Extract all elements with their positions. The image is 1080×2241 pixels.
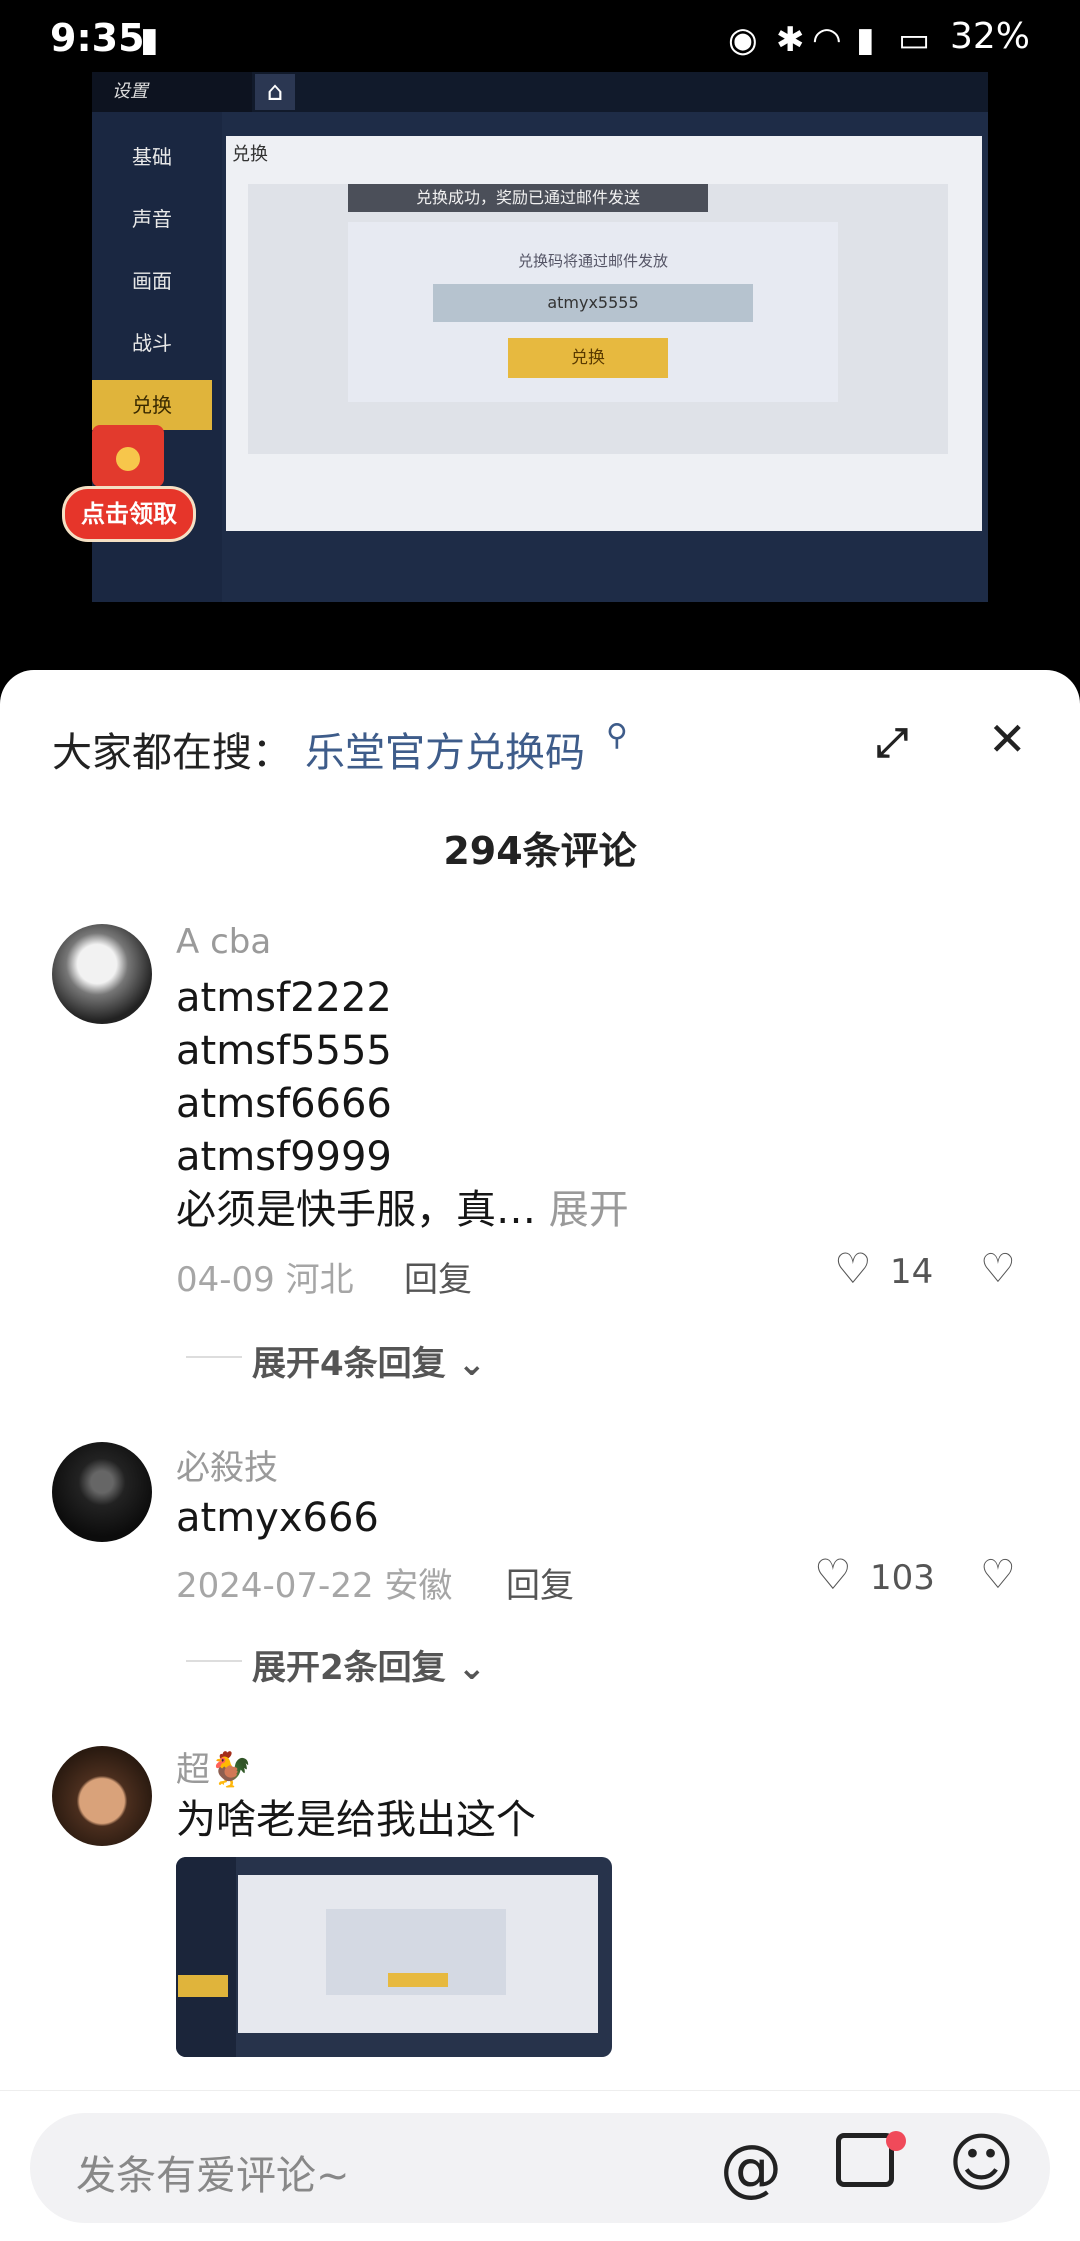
comment-username[interactable]: A cba (176, 922, 271, 962)
redeem-box: 兑换码将通过邮件发放 atmyx5555 兑换 (348, 222, 838, 402)
redeem-button: 兑换 (508, 338, 668, 378)
divider-line (186, 1660, 242, 1662)
comment-count-title: 294条评论 (443, 829, 637, 873)
notification-dot (886, 2131, 906, 2151)
bluetooth-icon: ✱ (776, 20, 805, 60)
comment-line: 必须是快手服，真… (176, 1187, 536, 1233)
game-logo: 设置 (92, 72, 252, 112)
home-icon: ⌂ (255, 74, 295, 110)
comment-line-truncated: 必须是快手服，真… 展开 (176, 1184, 629, 1237)
expand-replies-label: 展开2条回复 (252, 1648, 446, 1688)
wifi-icon: ◠ (812, 20, 842, 60)
chevron-down-icon: ⌄ (457, 1648, 487, 1688)
video-player[interactable]: 设置 ⌂ 基础 声音 画面 战斗 兑换 兑换 兑换成功，奖励已通过邮件发送 兑换… (92, 72, 988, 602)
expand-replies-label: 展开4条回复 (252, 1344, 446, 1384)
red-envelope-icon[interactable] (92, 425, 164, 487)
expand-replies-button[interactable]: 展开2条回复 ⌄ (252, 1640, 486, 1689)
sim-alert-icon: ▮ (140, 20, 159, 60)
comment-date-location: 04-09 河北 (176, 1260, 354, 1300)
comment-username[interactable]: 必殺技 (176, 1440, 278, 1489)
dislike-icon[interactable]: ♡ (980, 1552, 1016, 1598)
redeem-code-field: atmyx5555 (433, 284, 753, 322)
like-count: 103 (870, 1558, 935, 1598)
reply-button[interactable]: 回复 (506, 1558, 574, 1607)
emoji-icon[interactable]: ☺ (948, 2127, 1015, 2201)
chevron-down-icon: ⌄ (457, 1344, 487, 1384)
comment-line: atmsf2222 (176, 975, 392, 1021)
comment-line: atmsf5555 (176, 1028, 392, 1074)
side-item-basic: 基础 (132, 145, 172, 169)
side-item-combat: 战斗 (132, 331, 172, 355)
comment-line: atmsf6666 (176, 1081, 392, 1127)
comment-image[interactable] (176, 1857, 612, 2057)
redeem-panel: 兑换 兑换成功，奖励已通过邮件发送 兑换码将通过邮件发放 atmyx5555 兑… (226, 136, 982, 531)
alert-icon: ▮ (856, 20, 875, 60)
status-bar: 9:35 ▮ ◉ ✱ ◠ ▮ ▭ 32% (0, 0, 1080, 80)
panel-title: 兑换 (232, 144, 268, 165)
close-icon[interactable]: ✕ (988, 712, 1027, 766)
comment-date-location: 2024-07-22 安徽 (176, 1566, 453, 1606)
side-item-graphics: 画面 (132, 269, 172, 293)
side-item-redeem: 兑换 (92, 380, 212, 430)
redeem-hint: 兑换码将通过邮件发放 (517, 252, 668, 270)
battery-icon: ▭ (898, 20, 931, 60)
battery-percentage: 32% (949, 16, 1030, 57)
clock: 9:35 (50, 16, 145, 60)
avatar[interactable] (52, 1746, 152, 1846)
mention-icon[interactable]: @ (720, 2131, 782, 2204)
reply-button[interactable]: 回复 (404, 1252, 472, 1301)
coin-icon (116, 447, 140, 471)
comment-text: atmsf2222 atmsf5555 atmsf6666 atmsf9999 … (176, 972, 629, 1237)
search-icon: ⚲ (606, 718, 628, 753)
divider-line (186, 1356, 242, 1358)
trending-search-link[interactable]: 乐堂官方兑换码 (305, 720, 585, 778)
expand-replies-button[interactable]: 展开4条回复 ⌄ (252, 1336, 486, 1385)
input-placeholder: 发条有爱评论~ (76, 2153, 350, 2199)
thumb-button (388, 1973, 448, 1987)
expand-text-link[interactable]: 展开 (549, 1187, 629, 1233)
avatar[interactable] (52, 1442, 152, 1542)
comment-input-bar: 发条有爱评论~ @ ☺ (0, 2090, 1080, 2241)
like-heart-icon[interactable]: ♡ (814, 1550, 852, 1599)
claim-reward-button[interactable]: 点击领取 (62, 486, 196, 542)
comment-line: atmsf9999 (176, 1134, 392, 1180)
avatar[interactable] (52, 924, 152, 1024)
success-banner: 兑换成功，奖励已通过邮件发送 (348, 184, 708, 212)
dislike-icon[interactable]: ♡ (980, 1246, 1016, 1292)
comment-text: atmyx666 (176, 1495, 379, 1541)
thumb-side-highlight (178, 1975, 228, 1997)
fullscreen-icon[interactable]: ⤢ (876, 720, 908, 766)
like-count: 14 (890, 1252, 934, 1292)
trending-search-label: 大家都在搜： (52, 730, 292, 776)
panel-inner: 兑换成功，奖励已通过邮件发送 兑换码将通过邮件发放 atmyx5555 兑换 (248, 184, 948, 454)
comment-username[interactable]: 超🐓 (176, 1742, 252, 1791)
like-heart-icon[interactable]: ♡ (834, 1244, 872, 1293)
eye-icon: ◉ (728, 20, 758, 60)
side-item-sound: 声音 (132, 207, 172, 231)
comment-input[interactable]: 发条有爱评论~ @ ☺ (30, 2113, 1050, 2223)
thumb-side-menu (176, 1857, 236, 2057)
comment-text: 为啥老是给我出这个 (176, 1797, 536, 1843)
